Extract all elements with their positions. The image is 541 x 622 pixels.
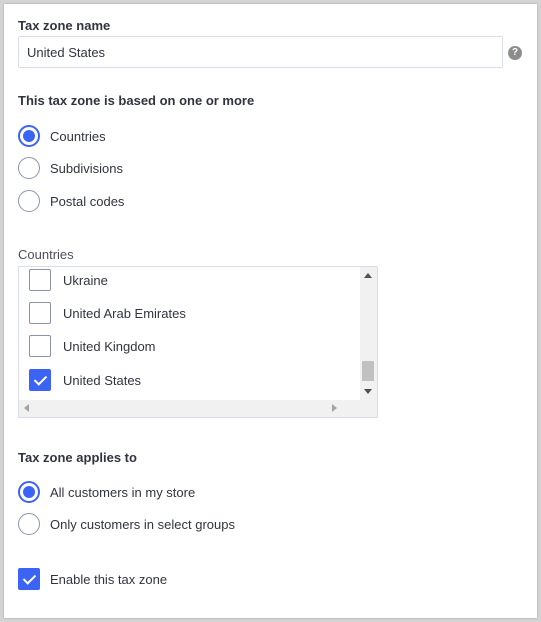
- scroll-up-arrow-icon[interactable]: [364, 273, 372, 278]
- list-item[interactable]: Ukraine: [29, 269, 108, 291]
- country-checkbox-us[interactable]: [29, 369, 51, 391]
- scroll-down-arrow-icon[interactable]: [364, 389, 372, 394]
- vertical-scrollbar[interactable]: [360, 267, 377, 400]
- scroll-left-arrow-icon[interactable]: [24, 404, 29, 412]
- radio-all-customers-label: All customers in my store: [50, 484, 196, 500]
- scroll-right-arrow-icon[interactable]: [332, 404, 337, 412]
- country-label: Ukraine: [63, 272, 108, 288]
- radio-select-groups-label: Only customers in select groups: [50, 516, 235, 532]
- tax-zone-name-input[interactable]: [18, 36, 503, 68]
- question-circle-icon[interactable]: ?: [508, 46, 522, 60]
- country-label: United Kingdom: [63, 338, 156, 354]
- list-item[interactable]: United Arab Emirates: [29, 302, 186, 324]
- tax-zone-name-label: Tax zone name: [18, 18, 111, 33]
- enable-tax-zone-checkbox[interactable]: [18, 568, 40, 590]
- countries-label: Countries: [18, 247, 74, 262]
- country-label: United States: [63, 372, 142, 388]
- radio-countries[interactable]: Countries: [18, 124, 106, 148]
- vertical-scroll-thumb[interactable]: [362, 361, 374, 381]
- radio-select-groups[interactable]: Only customers in select groups: [18, 512, 235, 536]
- radio-postal-codes-label: Postal codes: [50, 193, 125, 209]
- countries-listbox[interactable]: Ukraine United Arab Emirates United King…: [18, 266, 378, 418]
- radio-postal-codes-indicator[interactable]: [18, 190, 40, 212]
- based-on-heading: This tax zone is based on one or more: [18, 93, 255, 108]
- enable-tax-zone-row[interactable]: Enable this tax zone: [18, 567, 167, 591]
- radio-all-customers-indicator[interactable]: [18, 481, 40, 503]
- radio-countries-label: Countries: [50, 128, 106, 144]
- scrollbar-corner: [360, 400, 377, 417]
- list-item[interactable]: United States: [29, 369, 141, 391]
- radio-subdivisions[interactable]: Subdivisions: [18, 156, 123, 180]
- radio-all-customers[interactable]: All customers in my store: [18, 480, 195, 504]
- enable-tax-zone-label: Enable this tax zone: [50, 571, 168, 587]
- country-label: United Arab Emirates: [63, 305, 186, 321]
- country-checkbox-ukraine[interactable]: [29, 269, 51, 291]
- horizontal-scrollbar[interactable]: [19, 400, 360, 417]
- radio-postal-codes[interactable]: Postal codes: [18, 189, 124, 213]
- applies-to-heading: Tax zone applies to: [18, 450, 137, 465]
- radio-subdivisions-label: Subdivisions: [50, 160, 123, 176]
- country-checkbox-uae[interactable]: [29, 302, 51, 324]
- radio-subdivisions-indicator[interactable]: [18, 157, 40, 179]
- radio-countries-indicator[interactable]: [18, 125, 40, 147]
- list-item[interactable]: United Kingdom: [29, 335, 156, 357]
- country-checkbox-uk[interactable]: [29, 335, 51, 357]
- tax-zone-form: Tax zone name ? This tax zone is based o…: [4, 4, 537, 618]
- radio-select-groups-indicator[interactable]: [18, 513, 40, 535]
